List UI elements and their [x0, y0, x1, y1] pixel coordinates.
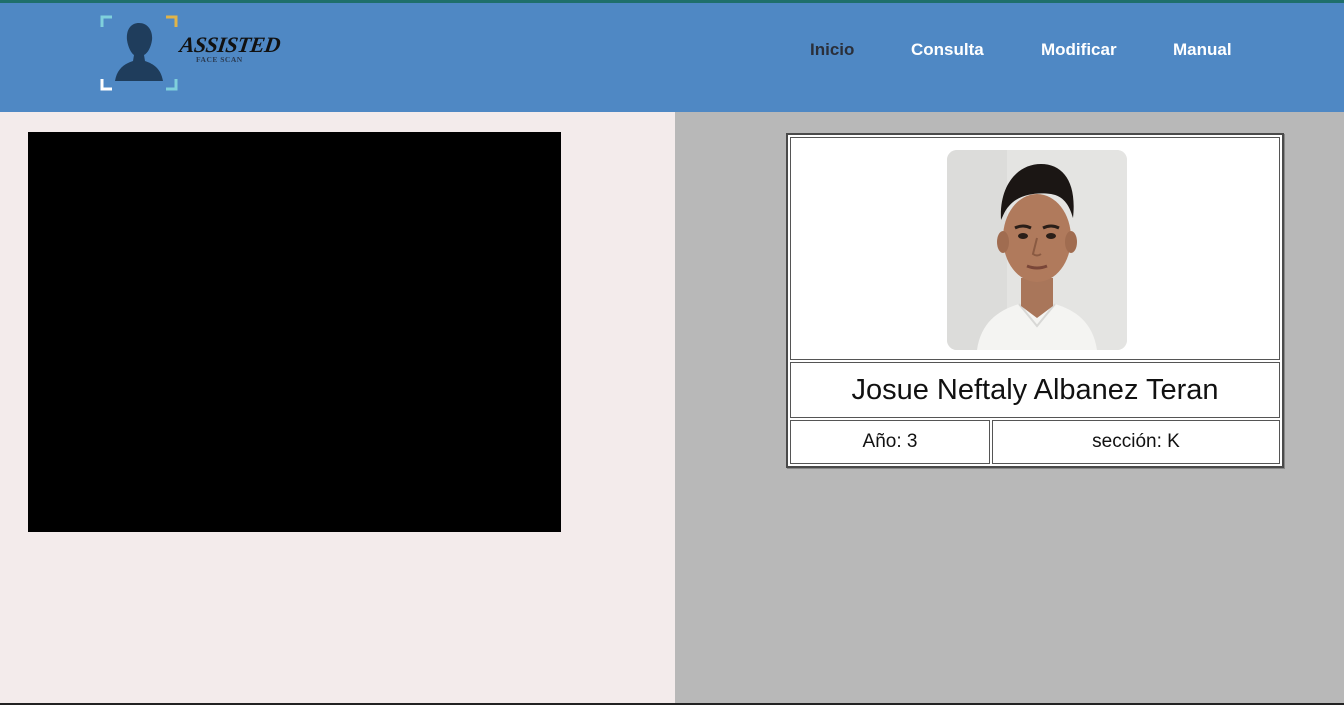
app-page: ASSISTED FACE SCAN Inicio Consulta Modif… [0, 0, 1344, 705]
camera-panel [0, 112, 675, 703]
student-section-cell: sección: K [992, 420, 1280, 464]
nav-inicio[interactable]: Inicio [810, 40, 854, 60]
nav-modificar[interactable]: Modificar [1041, 40, 1117, 60]
camera-video-feed [28, 132, 561, 532]
student-name-cell: Josue Neftaly Albanez Teran [790, 362, 1280, 418]
logo-subtitle: FACE SCAN [196, 55, 243, 64]
student-photo-cell [790, 137, 1280, 360]
nav-manual[interactable]: Manual [1173, 40, 1232, 60]
student-section: sección: K [1092, 431, 1180, 452]
student-portrait-image [947, 150, 1127, 350]
student-name: Josue Neftaly Albanez Teran [851, 373, 1219, 406]
student-year: Año: 3 [862, 431, 918, 452]
nav-consulta[interactable]: Consulta [911, 40, 984, 60]
student-card: Josue Neftaly Albanez Teran Año: 3 secci… [786, 133, 1284, 468]
student-year-cell: Año: 3 [790, 420, 990, 464]
student-photo [947, 150, 1127, 350]
app-logo[interactable]: ASSISTED FACE SCAN [100, 13, 282, 93]
header-bar: ASSISTED FACE SCAN Inicio Consulta Modif… [0, 3, 1344, 112]
